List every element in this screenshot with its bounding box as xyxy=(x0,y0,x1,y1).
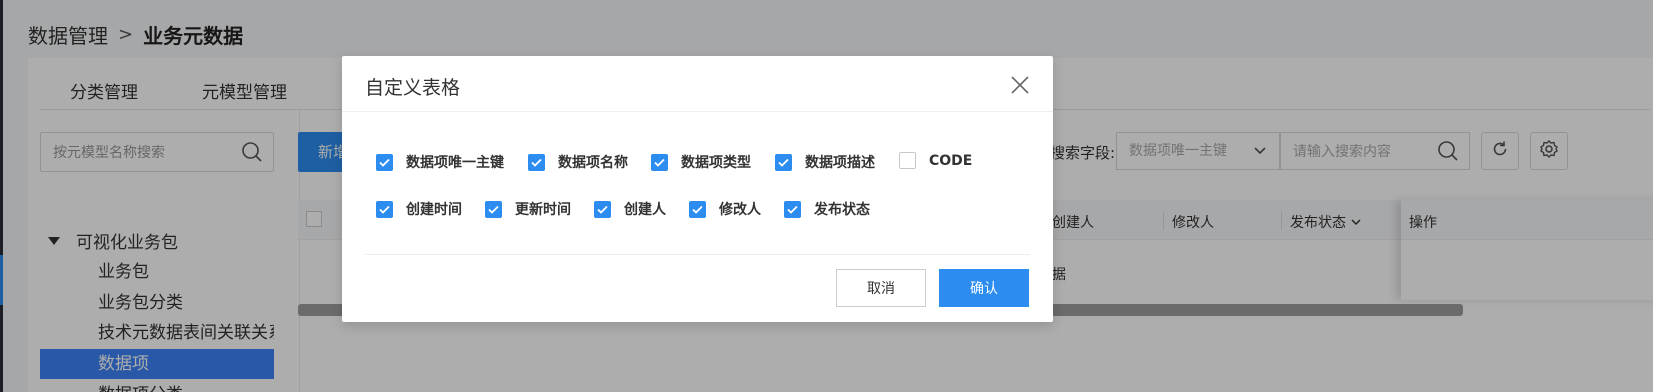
option-update-time[interactable]: 更新时间 xyxy=(485,199,571,219)
option-label: 创建时间 xyxy=(406,202,462,218)
option-data-item-name[interactable]: 数据项名称 xyxy=(528,152,628,172)
checkbox-checked-icon[interactable] xyxy=(485,200,502,218)
checkbox-checked-icon[interactable] xyxy=(376,200,393,218)
checkbox-checked-icon[interactable] xyxy=(775,153,792,171)
option-modifier[interactable]: 修改人 xyxy=(689,199,761,219)
option-data-item-description[interactable]: 数据项描述 xyxy=(775,152,875,172)
option-label: 发布状态 xyxy=(814,202,870,218)
option-label: 数据项描述 xyxy=(805,155,875,171)
cancel-button[interactable]: 取消 xyxy=(836,269,926,307)
option-label: 修改人 xyxy=(719,202,761,218)
option-data-item-type[interactable]: 数据项类型 xyxy=(651,152,751,172)
option-code[interactable]: CODE xyxy=(899,152,972,169)
confirm-button[interactable]: 确认 xyxy=(939,269,1029,307)
option-label: 更新时间 xyxy=(515,202,571,218)
dialog-title: 自定义表格 xyxy=(365,77,461,99)
option-publish-status[interactable]: 发布状态 xyxy=(784,199,870,219)
option-create-time[interactable]: 创建时间 xyxy=(376,199,462,219)
checkbox-checked-icon[interactable] xyxy=(689,200,706,218)
checkbox-checked-icon[interactable] xyxy=(784,200,801,218)
checkbox-checked-icon[interactable] xyxy=(376,153,393,171)
option-label: 数据项唯一主键 xyxy=(406,155,504,171)
custom-table-dialog: 自定义表格 数据项唯一主键 数据项名称 数据项类型 数据项描述 CODE 创建时… xyxy=(342,56,1053,322)
option-label: 数据项名称 xyxy=(558,155,628,171)
checkbox-checked-icon[interactable] xyxy=(528,153,545,171)
option-data-item-unique-key[interactable]: 数据项唯一主键 xyxy=(376,152,504,172)
dialog-footer-divider xyxy=(365,254,1030,255)
checkbox-checked-icon[interactable] xyxy=(651,153,668,171)
option-label: 数据项类型 xyxy=(681,155,751,171)
checkbox-unchecked-icon[interactable] xyxy=(899,152,916,169)
option-label: CODE xyxy=(929,152,973,169)
close-icon[interactable] xyxy=(1009,74,1031,96)
option-label: 创建人 xyxy=(624,202,666,218)
option-creator[interactable]: 创建人 xyxy=(594,199,666,219)
dialog-header: 自定义表格 xyxy=(342,56,1053,112)
checkbox-checked-icon[interactable] xyxy=(594,200,611,218)
